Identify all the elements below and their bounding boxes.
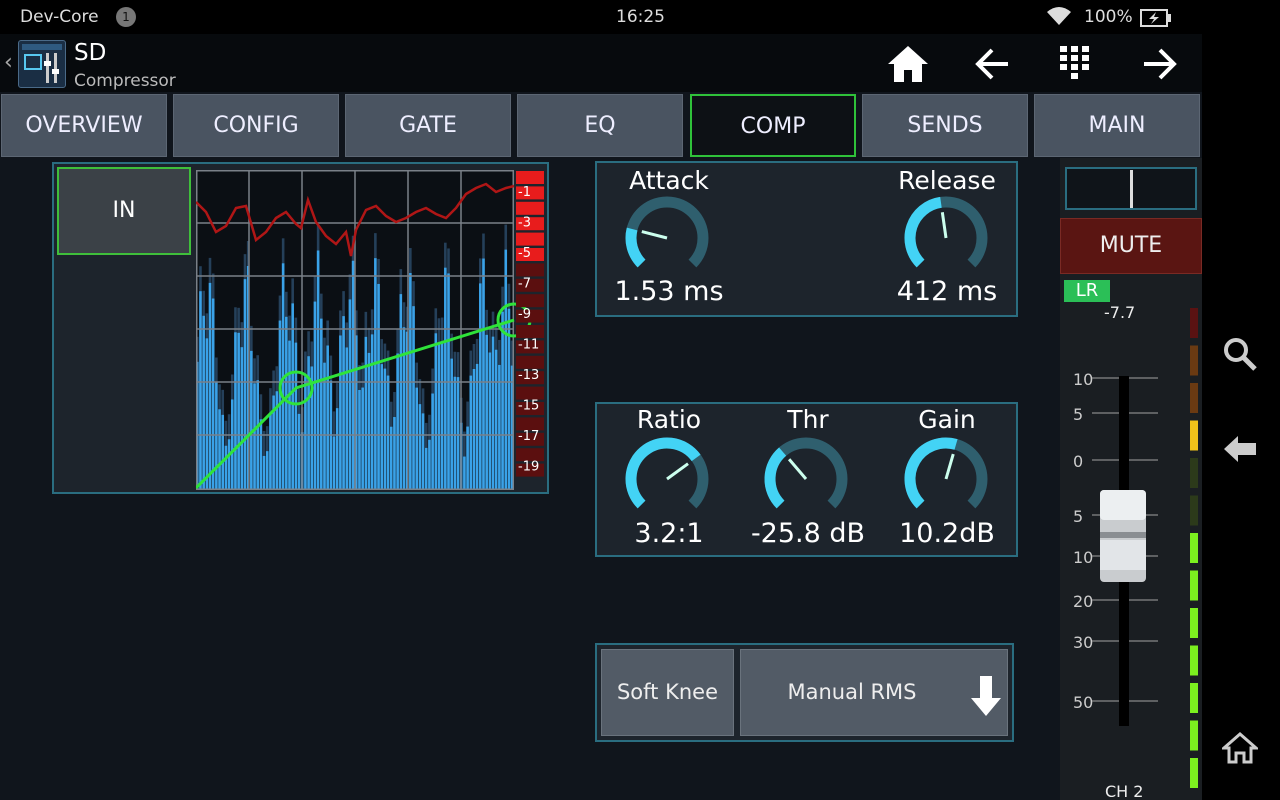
arrow-down-icon — [971, 676, 1001, 716]
ratio-label: Ratio — [636, 405, 702, 434]
fader-and-meter[interactable] — [1060, 300, 1200, 792]
transfer-curve-graph[interactable]: -1 -3 -5 -7 -9 -11 -13 -15 -17 -19 — [196, 170, 546, 490]
app-header: ‹ SD Compressor — [0, 34, 1202, 92]
gr-scale-label: -15 — [518, 399, 539, 414]
tab-eq[interactable]: EQ — [517, 94, 683, 157]
status-bar: Dev-Core 1 16:25 100% — [0, 0, 1202, 34]
tab-comp[interactable]: COMP — [690, 94, 856, 157]
soft-knee-button[interactable]: Soft Knee — [601, 649, 734, 736]
gr-scale-label: -11 — [518, 338, 539, 353]
gr-scale-label: -5 — [518, 246, 531, 261]
gain-label: Gain — [918, 405, 976, 434]
notification-badge: 1 — [116, 7, 136, 27]
channel-title: SD — [74, 40, 107, 66]
level-meter — [1190, 308, 1198, 788]
gr-scale-label: -1 — [518, 185, 531, 200]
lr-bus-badge[interactable]: LR — [1064, 280, 1110, 302]
page-subtitle: Compressor — [74, 71, 176, 91]
search-icon[interactable] — [1222, 336, 1258, 372]
channel-name: CH 2 — [1105, 782, 1144, 800]
ratio-knob[interactable] — [621, 435, 713, 521]
threshold-label: Thr — [787, 405, 829, 434]
battery-percent: 100% — [1084, 7, 1133, 27]
detector-select[interactable]: Manual RMS — [740, 649, 1008, 736]
threshold-knob[interactable] — [760, 435, 852, 521]
release-knob[interactable] — [900, 194, 992, 280]
carrier-label: Dev-Core — [20, 7, 99, 27]
gr-scale-label: -3 — [518, 216, 531, 231]
tab-main[interactable]: MAIN — [1034, 94, 1200, 157]
detector-select-value: Manual RMS — [787, 680, 917, 704]
mute-button[interactable]: MUTE — [1060, 218, 1202, 274]
knee-detector-panel: Soft Knee Manual RMS — [595, 643, 1014, 742]
ratio-thr-gain-panel: Ratio 3.2:1 Thr -25.8 dB Gain 10.2dB — [595, 402, 1018, 557]
gr-scale-label: -13 — [518, 368, 539, 383]
battery-charging-icon — [1140, 9, 1171, 27]
attack-release-panel: Attack 1.53 ms Release 412 ms — [595, 161, 1018, 317]
system-nav-bar — [1202, 0, 1280, 800]
attack-value: 1.53 ms — [614, 276, 724, 307]
pan-cursor — [1130, 170, 1133, 208]
gr-scale-label: -17 — [518, 429, 539, 444]
release-value: 412 ms — [896, 276, 998, 307]
home-icon[interactable] — [886, 44, 930, 84]
tab-gate[interactable]: GATE — [345, 94, 511, 157]
gr-scale-label: -9 — [518, 307, 531, 322]
app-logo-icon[interactable] — [18, 40, 66, 88]
keypad-icon[interactable] — [1058, 44, 1092, 84]
tab-sends[interactable]: SENDS — [862, 94, 1028, 157]
gain-knob[interactable] — [900, 435, 992, 521]
pan-control[interactable] — [1065, 167, 1197, 210]
wifi-icon — [1047, 7, 1071, 25]
back-icon[interactable] — [1222, 434, 1258, 464]
attack-label: Attack — [629, 166, 709, 195]
comp-in-button[interactable]: IN — [57, 167, 191, 255]
fader-knob — [1100, 490, 1146, 582]
arrow-right-icon[interactable] — [1140, 44, 1180, 84]
tab-bar: OVERVIEW CONFIG GATE EQ COMP SENDS MAIN — [0, 94, 1202, 158]
drawer-chevron-icon[interactable]: ‹ — [4, 50, 13, 75]
tab-config[interactable]: CONFIG — [173, 94, 339, 157]
gr-scale-label: -7 — [518, 277, 531, 292]
arrow-left-icon[interactable] — [972, 44, 1012, 84]
attack-knob[interactable] — [621, 194, 713, 280]
gr-scale-label: -19 — [518, 460, 539, 475]
release-label: Release — [898, 166, 996, 195]
gain-value: 10.2dB — [899, 518, 995, 549]
tab-overview[interactable]: OVERVIEW — [1, 94, 167, 157]
clock: 16:25 — [616, 7, 665, 27]
home-icon[interactable] — [1222, 732, 1258, 764]
